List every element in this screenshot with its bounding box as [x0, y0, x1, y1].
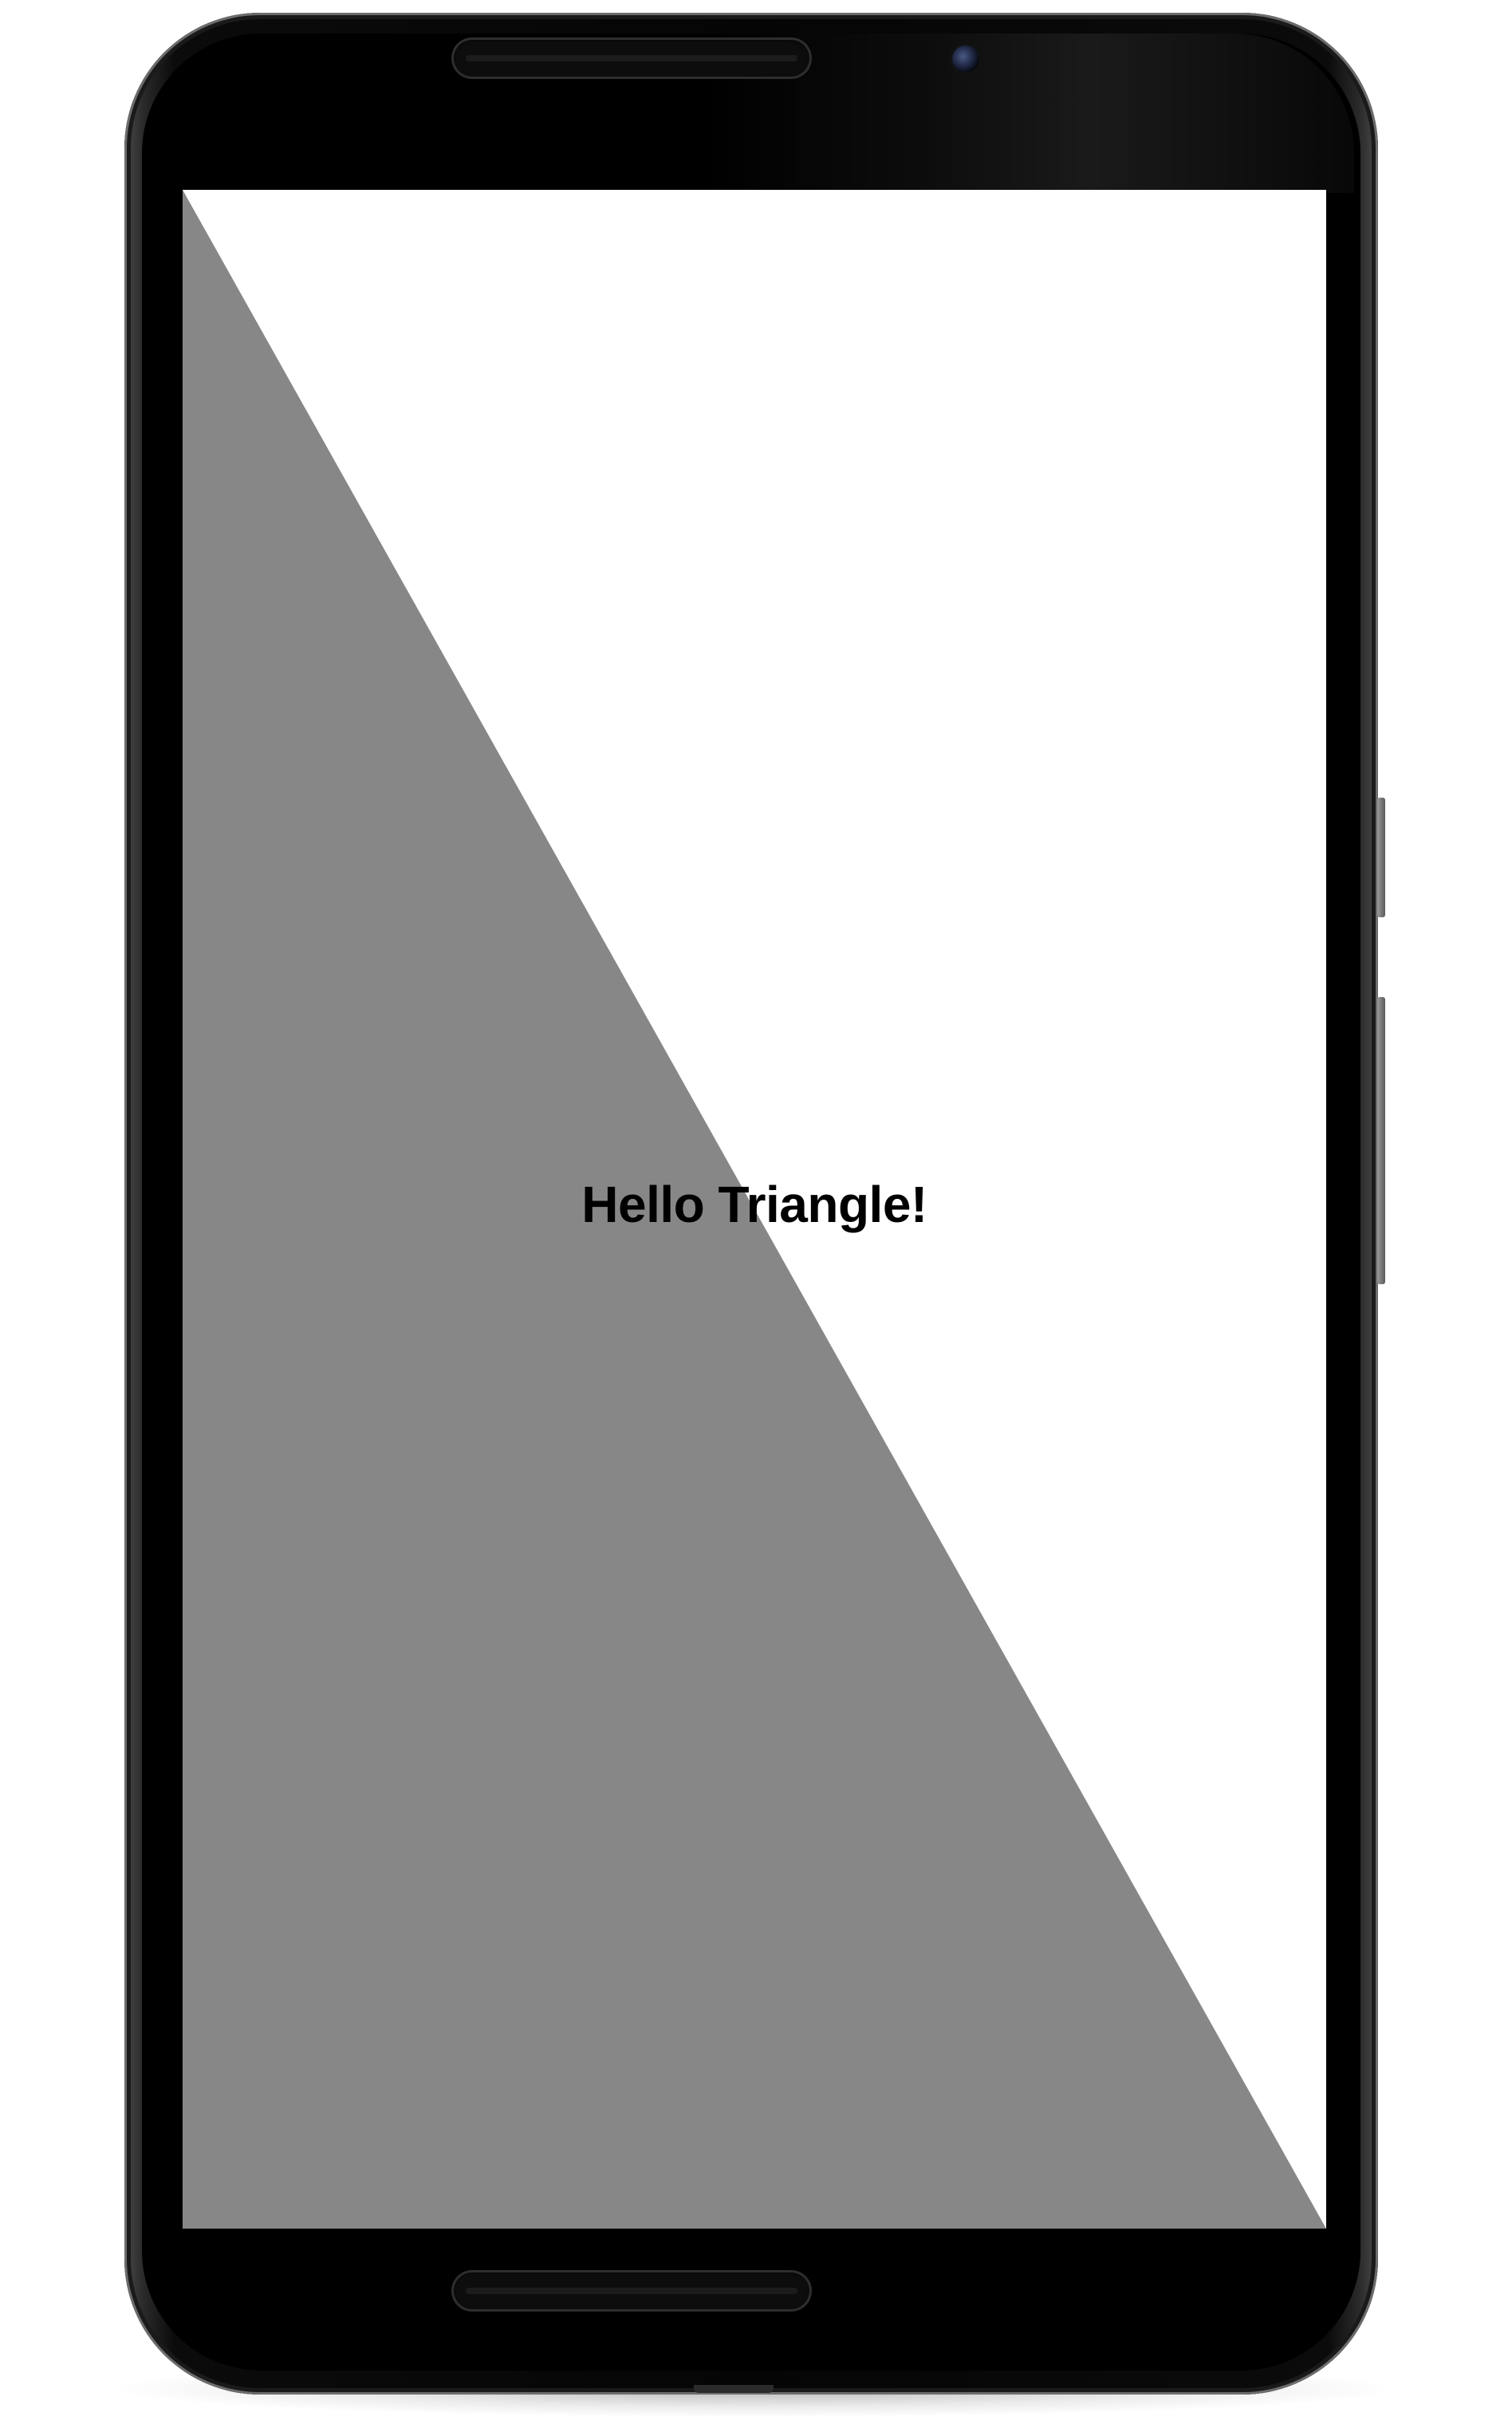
top-speaker-grille: [451, 37, 812, 79]
front-camera-icon: [952, 45, 979, 73]
bottom-speaker-grille: [451, 2270, 812, 2312]
app-screen[interactable]: Hello Triangle!: [183, 190, 1326, 2229]
power-button[interactable]: [1377, 997, 1385, 1284]
hello-message: Hello Triangle!: [581, 1176, 927, 1233]
volume-button[interactable]: [1377, 798, 1385, 917]
stage: Hello Triangle!: [0, 0, 1512, 2436]
usb-port: [694, 2385, 774, 2393]
